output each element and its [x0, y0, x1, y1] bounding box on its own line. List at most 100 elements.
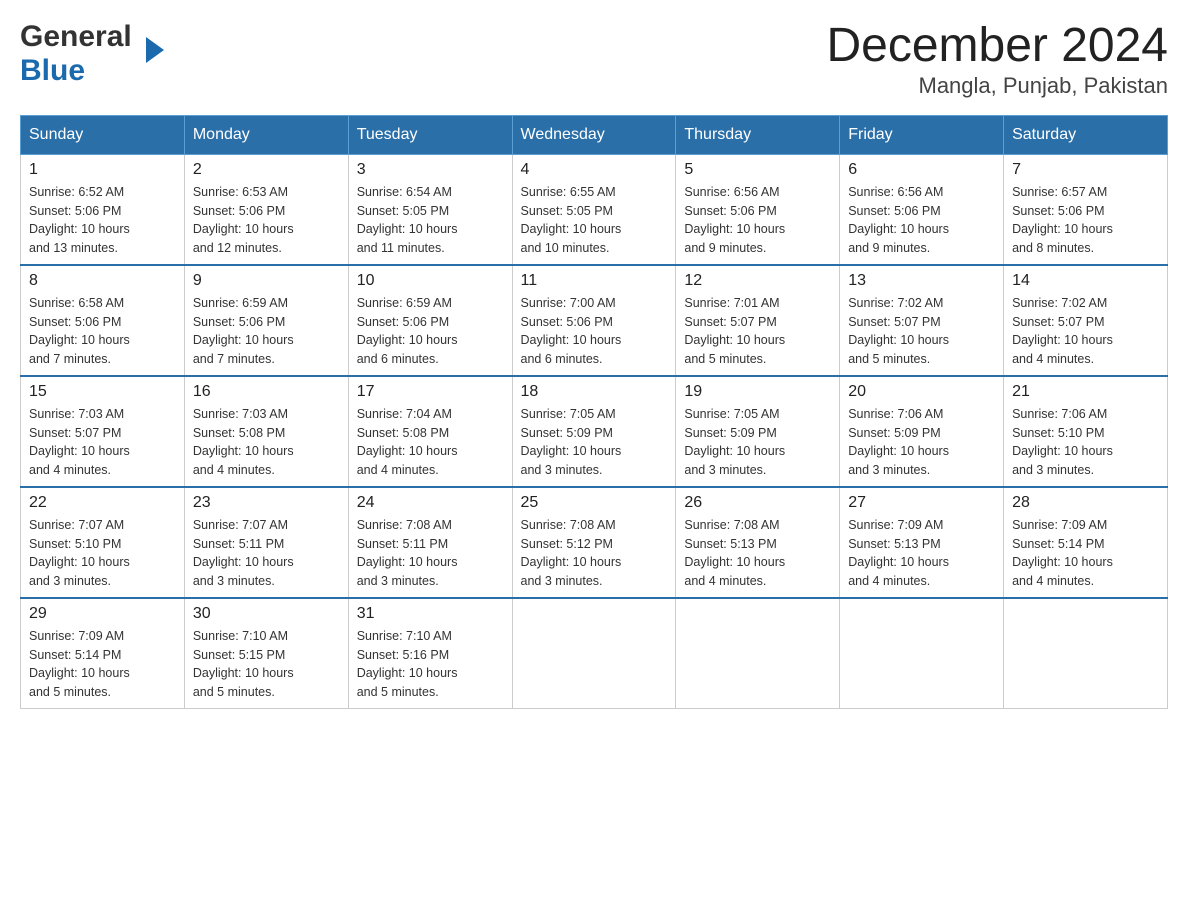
- day-info: Sunrise: 7:06 AMSunset: 5:09 PMDaylight:…: [848, 405, 995, 480]
- calendar-cell: 29Sunrise: 7:09 AMSunset: 5:14 PMDayligh…: [21, 598, 185, 709]
- day-info: Sunrise: 6:59 AMSunset: 5:06 PMDaylight:…: [193, 294, 340, 369]
- day-number: 5: [684, 161, 831, 179]
- day-info: Sunrise: 7:08 AMSunset: 5:13 PMDaylight:…: [684, 516, 831, 591]
- day-number: 28: [1012, 494, 1159, 512]
- day-info: Sunrise: 7:02 AMSunset: 5:07 PMDaylight:…: [848, 294, 995, 369]
- calendar-cell: [676, 598, 840, 709]
- weekday-header-wednesday: Wednesday: [512, 115, 676, 154]
- calendar-cell: 21 Sunrise: 7:06 AMSunset: 5:10 PMDayligh…: [1004, 376, 1168, 487]
- day-number: 31: [357, 605, 504, 623]
- day-number: 1: [29, 161, 176, 179]
- calendar-cell: 18Sunrise: 7:05 AMSunset: 5:09 PMDayligh…: [512, 376, 676, 487]
- day-number: 23: [193, 494, 340, 512]
- calendar-cell: 14Sunrise: 7:02 AMSunset: 5:07 PMDayligh…: [1004, 265, 1168, 376]
- page-title: December 2024: [826, 20, 1168, 73]
- calendar-cell: 7 Sunrise: 6:57 AMSunset: 5:06 PMDaylight…: [1004, 154, 1168, 265]
- day-number: 21: [1012, 383, 1159, 401]
- day-number: 27: [848, 494, 995, 512]
- calendar-cell: 4Sunrise: 6:55 AMSunset: 5:05 PMDaylight…: [512, 154, 676, 265]
- calendar-cell: 26 Sunrise: 7:08 AMSunset: 5:13 PMDayligh…: [676, 487, 840, 598]
- day-info: Sunrise: 7:09 AMSunset: 5:13 PMDaylight:…: [848, 516, 995, 591]
- day-info: Sunrise: 6:56 AMSunset: 5:06 PMDaylight:…: [684, 183, 831, 258]
- day-info: Sunrise: 7:10 AMSunset: 5:16 PMDaylight:…: [357, 627, 504, 702]
- day-info: Sunrise: 7:06 AMSunset: 5:10 PMDaylight:…: [1012, 405, 1159, 480]
- calendar-cell: 13Sunrise: 7:02 AMSunset: 5:07 PMDayligh…: [840, 265, 1004, 376]
- calendar-cell: 30Sunrise: 7:10 AMSunset: 5:15 PMDayligh…: [184, 598, 348, 709]
- weekday-header-friday: Friday: [840, 115, 1004, 154]
- calendar-cell: 27 Sunrise: 7:09 AMSunset: 5:13 PMDayligh…: [840, 487, 1004, 598]
- calendar-cell: 9 Sunrise: 6:59 AMSunset: 5:06 PMDaylight…: [184, 265, 348, 376]
- page-subtitle: Mangla, Punjab, Pakistan: [826, 73, 1168, 99]
- day-number: 9: [193, 272, 340, 290]
- logo-general-text: General: [20, 20, 132, 54]
- day-info: Sunrise: 7:01 AMSunset: 5:07 PMDaylight:…: [684, 294, 831, 369]
- weekday-header-monday: Monday: [184, 115, 348, 154]
- calendar-cell: 8Sunrise: 6:58 AMSunset: 5:06 PMDaylight…: [21, 265, 185, 376]
- day-info: Sunrise: 7:03 AMSunset: 5:07 PMDaylight:…: [29, 405, 176, 480]
- day-info: Sunrise: 7:03 AMSunset: 5:08 PMDaylight:…: [193, 405, 340, 480]
- weekday-header-row: SundayMondayTuesdayWednesdayThursdayFrid…: [21, 115, 1168, 154]
- day-info: Sunrise: 6:58 AMSunset: 5:06 PMDaylight:…: [29, 294, 176, 369]
- day-number: 22: [29, 494, 176, 512]
- day-number: 7: [1012, 161, 1159, 179]
- calendar-cell: 1 Sunrise: 6:52 AMSunset: 5:06 PMDaylight…: [21, 154, 185, 265]
- day-number: 12: [684, 272, 831, 290]
- day-info: Sunrise: 7:07 AMSunset: 5:11 PMDaylight:…: [193, 516, 340, 591]
- calendar-week-row: 15 Sunrise: 7:03 AMSunset: 5:07 PMDayligh…: [21, 376, 1168, 487]
- day-info: Sunrise: 7:02 AMSunset: 5:07 PMDaylight:…: [1012, 294, 1159, 369]
- day-info: Sunrise: 6:52 AMSunset: 5:06 PMDaylight:…: [29, 183, 176, 258]
- day-info: Sunrise: 7:05 AMSunset: 5:09 PMDaylight:…: [684, 405, 831, 480]
- day-number: 17: [357, 383, 504, 401]
- day-info: Sunrise: 6:57 AMSunset: 5:06 PMDaylight:…: [1012, 183, 1159, 258]
- calendar-cell: [512, 598, 676, 709]
- calendar-week-row: 1 Sunrise: 6:52 AMSunset: 5:06 PMDaylight…: [21, 154, 1168, 265]
- calendar-cell: 2Sunrise: 6:53 AMSunset: 5:06 PMDaylight…: [184, 154, 348, 265]
- logo: General Blue: [20, 20, 144, 88]
- day-number: 24: [357, 494, 504, 512]
- day-info: Sunrise: 7:07 AMSunset: 5:10 PMDaylight:…: [29, 516, 176, 591]
- day-info: Sunrise: 6:55 AMSunset: 5:05 PMDaylight:…: [521, 183, 668, 258]
- day-number: 15: [29, 383, 176, 401]
- calendar-week-row: 22 Sunrise: 7:07 AMSunset: 5:10 PMDayligh…: [21, 487, 1168, 598]
- day-info: Sunrise: 7:04 AMSunset: 5:08 PMDaylight:…: [357, 405, 504, 480]
- day-number: 20: [848, 383, 995, 401]
- day-info: Sunrise: 7:00 AMSunset: 5:06 PMDaylight:…: [521, 294, 668, 369]
- day-info: Sunrise: 6:53 AMSunset: 5:06 PMDaylight:…: [193, 183, 340, 258]
- weekday-header-saturday: Saturday: [1004, 115, 1168, 154]
- calendar-cell: 6Sunrise: 6:56 AMSunset: 5:06 PMDaylight…: [840, 154, 1004, 265]
- calendar-cell: 31 Sunrise: 7:10 AMSunset: 5:16 PMDayligh…: [348, 598, 512, 709]
- weekday-header-tuesday: Tuesday: [348, 115, 512, 154]
- day-number: 19: [684, 383, 831, 401]
- page-header: General Blue December 2024 Mangla, Punja…: [20, 20, 1168, 99]
- logo-blue-text: Blue: [20, 54, 85, 87]
- calendar-cell: 17 Sunrise: 7:04 AMSunset: 5:08 PMDayligh…: [348, 376, 512, 487]
- day-info: Sunrise: 6:54 AMSunset: 5:05 PMDaylight:…: [357, 183, 504, 258]
- calendar-cell: [840, 598, 1004, 709]
- calendar-cell: 19 Sunrise: 7:05 AMSunset: 5:09 PMDayligh…: [676, 376, 840, 487]
- calendar-cell: 15 Sunrise: 7:03 AMSunset: 5:07 PMDayligh…: [21, 376, 185, 487]
- day-number: 3: [357, 161, 504, 179]
- day-number: 10: [357, 272, 504, 290]
- day-number: 16: [193, 383, 340, 401]
- calendar-cell: 16 Sunrise: 7:03 AMSunset: 5:08 PMDayligh…: [184, 376, 348, 487]
- day-info: Sunrise: 7:05 AMSunset: 5:09 PMDaylight:…: [521, 405, 668, 480]
- weekday-header-thursday: Thursday: [676, 115, 840, 154]
- calendar-cell: 11 Sunrise: 7:00 AMSunset: 5:06 PMDayligh…: [512, 265, 676, 376]
- calendar-cell: 3 Sunrise: 6:54 AMSunset: 5:05 PMDaylight…: [348, 154, 512, 265]
- calendar-cell: 23 Sunrise: 7:07 AMSunset: 5:11 PMDayligh…: [184, 487, 348, 598]
- calendar-cell: 10Sunrise: 6:59 AMSunset: 5:06 PMDayligh…: [348, 265, 512, 376]
- day-number: 26: [684, 494, 831, 512]
- calendar-cell: 24 Sunrise: 7:08 AMSunset: 5:11 PMDayligh…: [348, 487, 512, 598]
- day-info: Sunrise: 7:10 AMSunset: 5:15 PMDaylight:…: [193, 627, 340, 702]
- day-number: 11: [521, 272, 668, 290]
- calendar-cell: 25Sunrise: 7:08 AMSunset: 5:12 PMDayligh…: [512, 487, 676, 598]
- calendar-week-row: 8Sunrise: 6:58 AMSunset: 5:06 PMDaylight…: [21, 265, 1168, 376]
- day-info: Sunrise: 7:08 AMSunset: 5:11 PMDaylight:…: [357, 516, 504, 591]
- title-block: December 2024 Mangla, Punjab, Pakistan: [826, 20, 1168, 99]
- calendar-cell: [1004, 598, 1168, 709]
- calendar-cell: 5 Sunrise: 6:56 AMSunset: 5:06 PMDaylight…: [676, 154, 840, 265]
- day-info: Sunrise: 7:09 AMSunset: 5:14 PMDaylight:…: [1012, 516, 1159, 591]
- day-number: 25: [521, 494, 668, 512]
- day-info: Sunrise: 7:09 AMSunset: 5:14 PMDaylight:…: [29, 627, 176, 702]
- calendar-cell: 22 Sunrise: 7:07 AMSunset: 5:10 PMDayligh…: [21, 487, 185, 598]
